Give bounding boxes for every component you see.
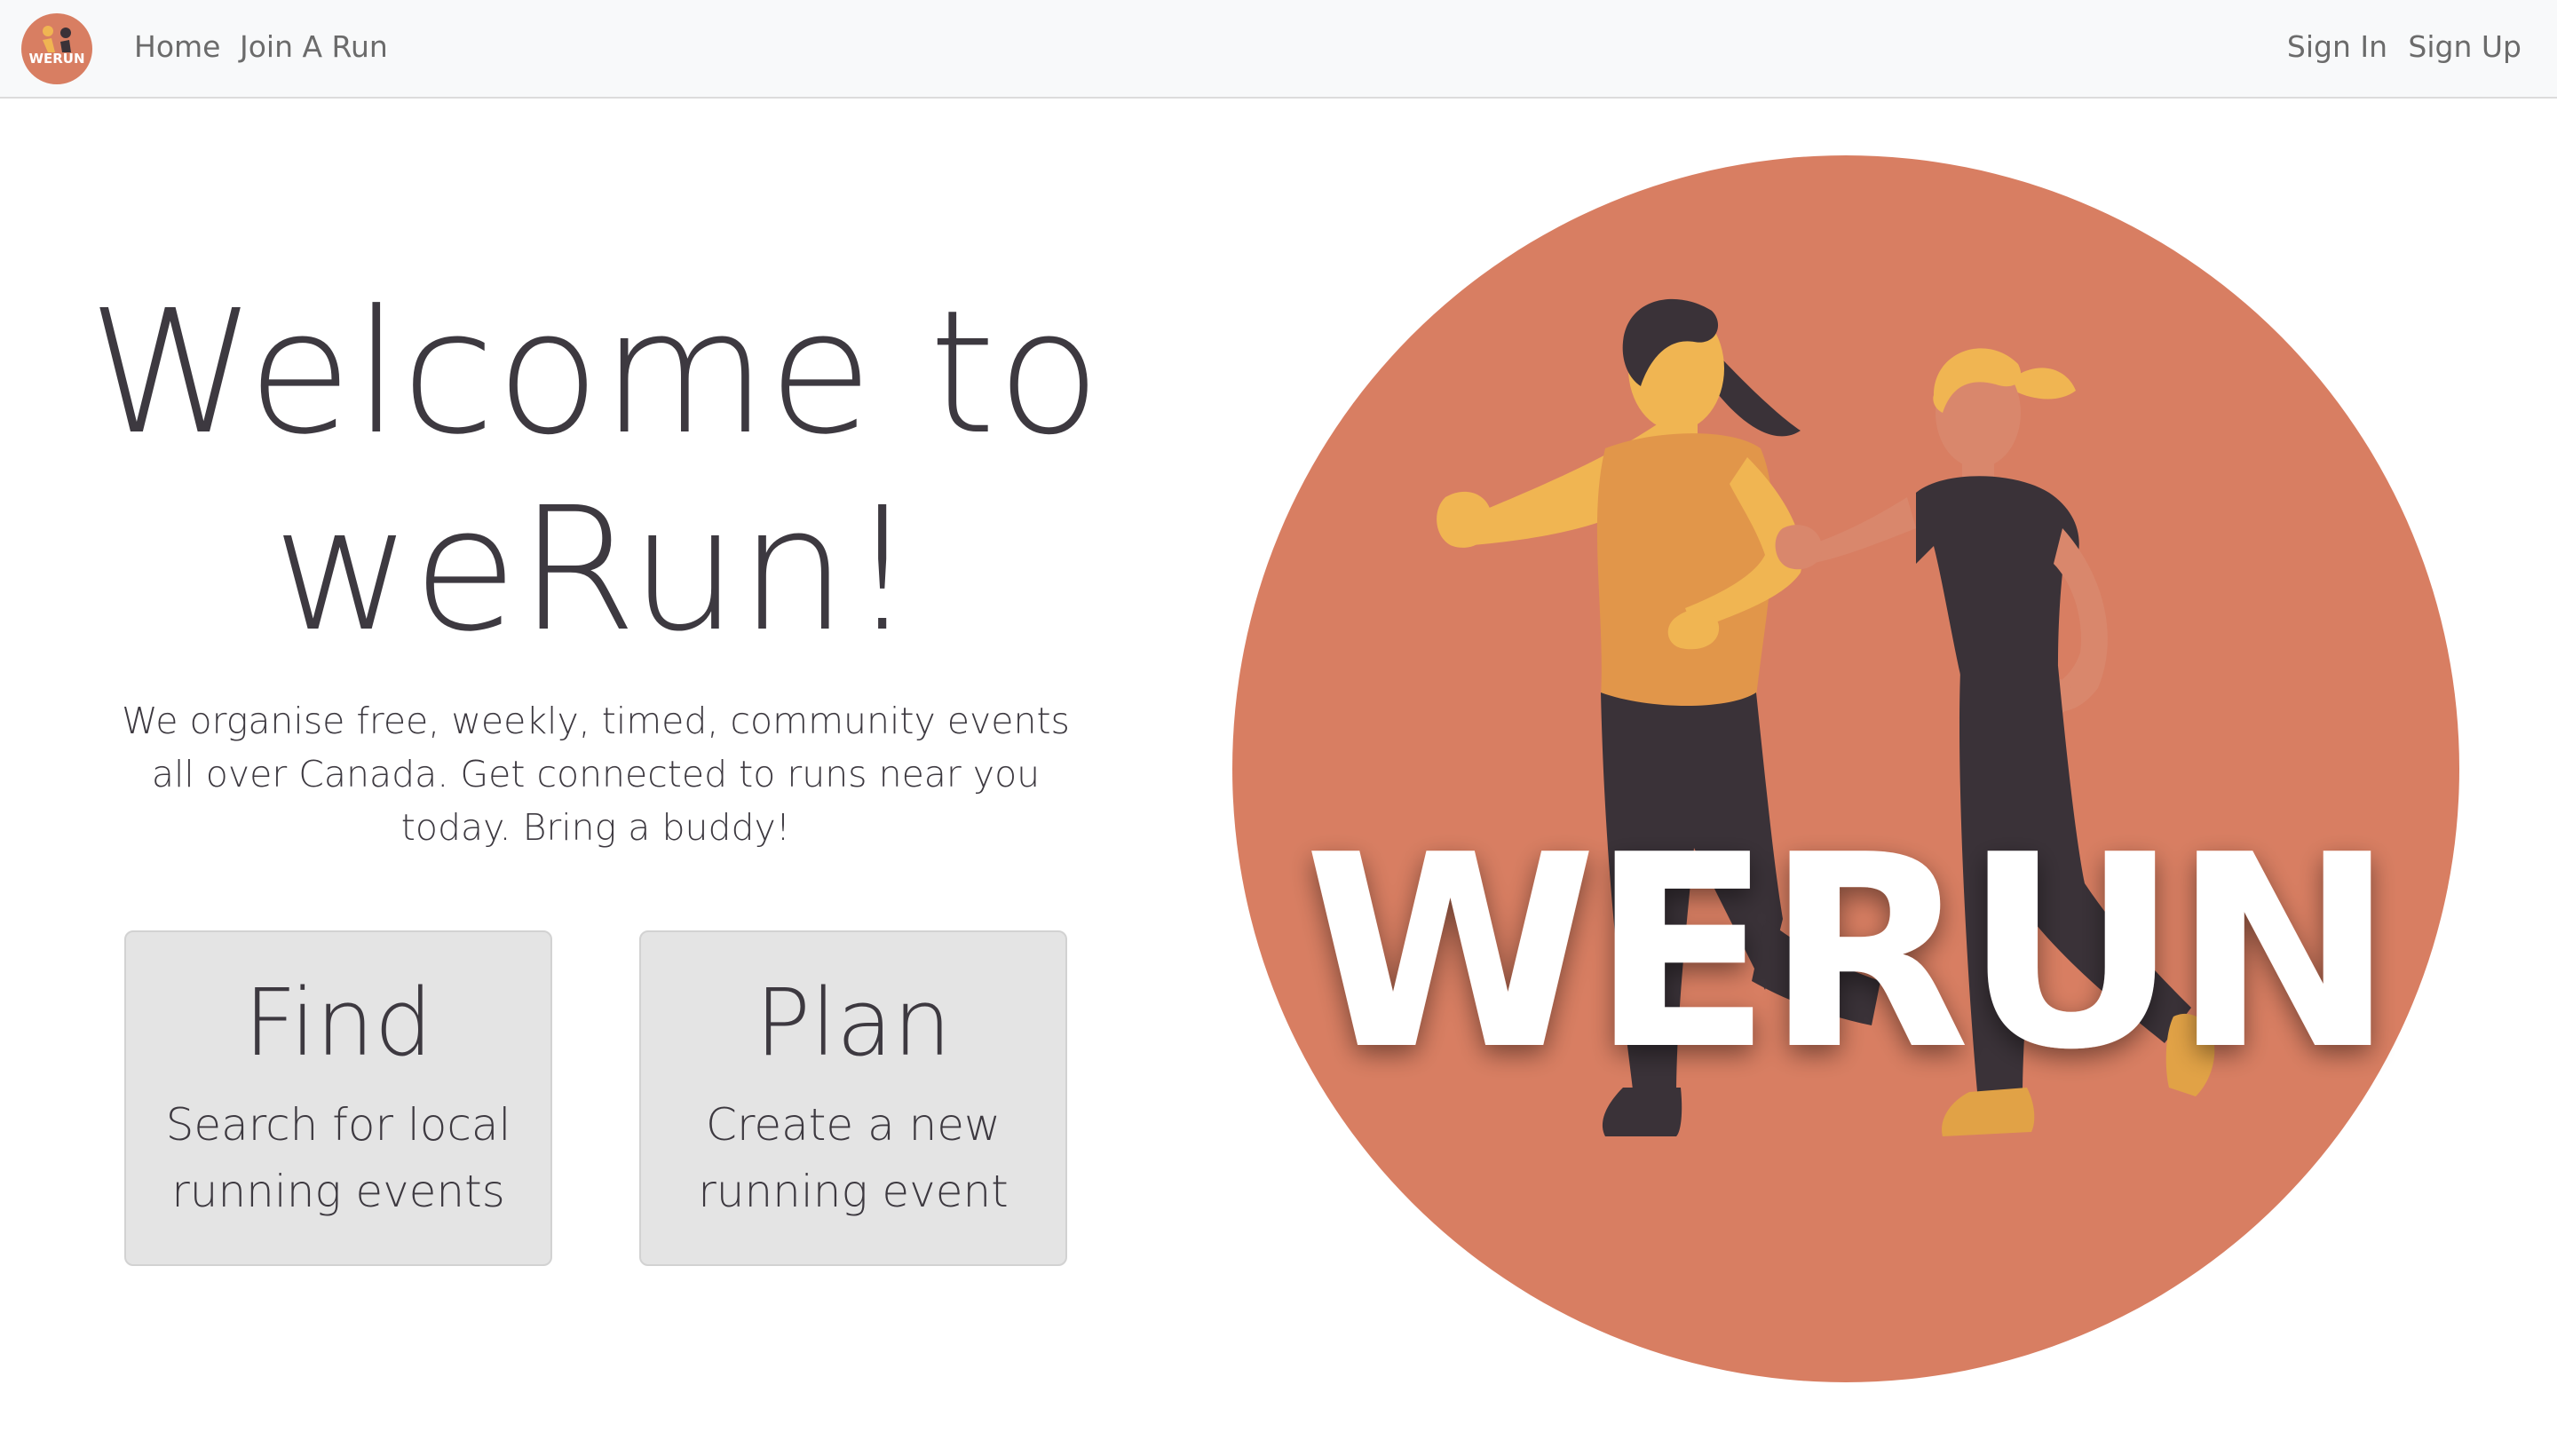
navbar: WERUN Home Join A Run Sign In Sign Up <box>0 0 2557 99</box>
hero-description: We organise free, weekly, timed, communi… <box>122 700 1070 849</box>
hero-title-line-1: Welcome to <box>87 274 1103 472</box>
runners-illustration: WERUN <box>1232 155 2459 1382</box>
hero-title-line-2: weRun! <box>272 471 918 669</box>
find-card-description: Search for local running events <box>165 1099 511 1217</box>
nav-home-link[interactable]: Home <box>134 27 220 67</box>
hero-title: Welcome to weRun! <box>53 275 1136 669</box>
werun-logo-icon[interactable]: WERUN <box>21 13 92 84</box>
plan-card[interactable]: Plan Create a new running event <box>639 930 1067 1266</box>
find-card[interactable]: Find Search for local running events <box>124 930 552 1266</box>
plan-card-description: Create a new running event <box>698 1099 1009 1217</box>
find-card-title: Find <box>243 969 433 1077</box>
werun-wordmark: WERUN <box>1303 798 2388 1108</box>
plan-card-title: Plan <box>755 969 952 1077</box>
nav-sign-in-link[interactable]: Sign In <box>2287 27 2387 67</box>
svg-text:WERUN: WERUN <box>28 51 84 67</box>
nav-join-run-link[interactable]: Join A Run <box>240 27 388 67</box>
nav-sign-up-link[interactable]: Sign Up <box>2408 27 2521 67</box>
